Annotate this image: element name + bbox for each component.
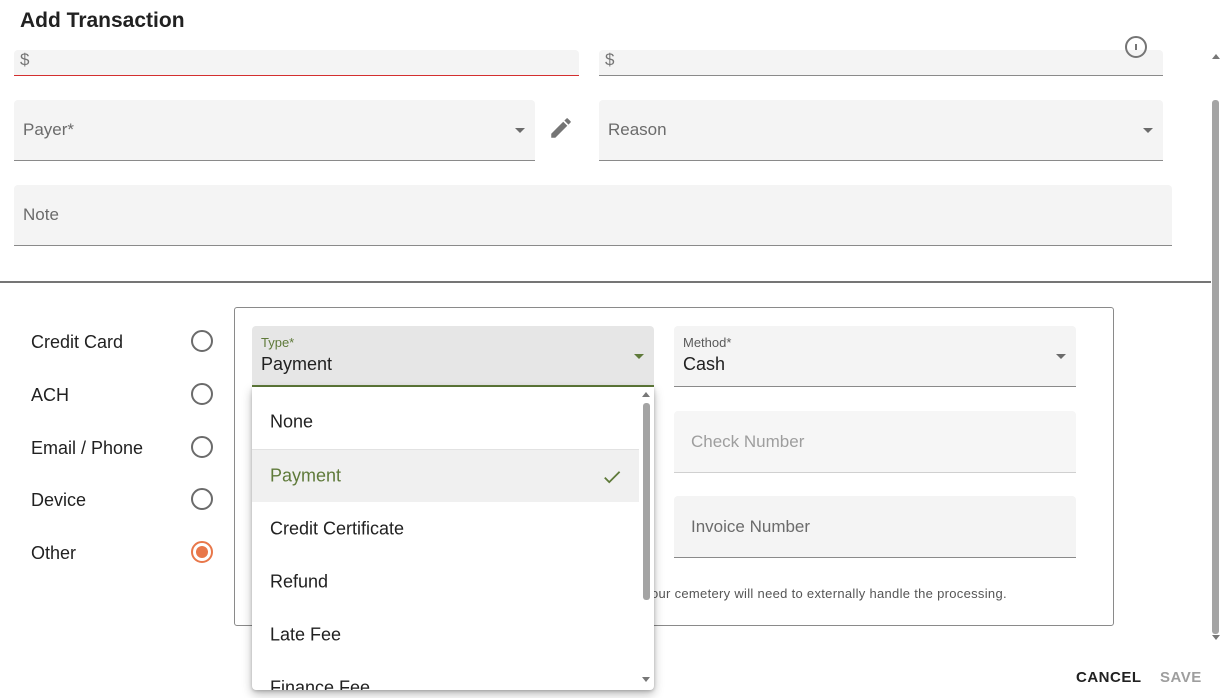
scroll-up-arrow-icon[interactable] — [642, 392, 650, 397]
method-select[interactable]: Method* Cash — [674, 326, 1076, 387]
dropdown-scrollbar[interactable] — [640, 387, 652, 690]
payment-source-other[interactable]: Other — [31, 539, 216, 569]
method-label: Method* — [683, 335, 732, 350]
payment-source-email-phone[interactable]: Email / Phone — [31, 434, 216, 464]
edit-pencil-icon[interactable] — [548, 115, 574, 141]
invoice-number-field[interactable]: Invoice Number — [674, 496, 1076, 558]
type-label: Type* — [261, 335, 295, 350]
chevron-down-icon — [1056, 354, 1066, 359]
type-option-payment[interactable]: Payment — [252, 449, 639, 502]
section-divider — [0, 281, 1211, 283]
note-label: Note — [23, 205, 59, 224]
chevron-down-icon — [515, 128, 525, 133]
scroll-down-arrow-icon[interactable] — [642, 677, 650, 682]
reason-select[interactable]: Reason — [599, 100, 1163, 161]
reason-label: Reason — [608, 120, 667, 139]
payment-source-device[interactable]: Device — [31, 486, 216, 516]
type-dropdown-menu[interactable]: None Payment Credit Certificate Refund L… — [252, 387, 654, 690]
cancel-button[interactable]: CANCEL — [1076, 669, 1142, 686]
add-transaction-dialog: Add Transaction $ $ Payer* Reason Note C… — [0, 0, 1220, 698]
radio-button-checked[interactable] — [191, 541, 213, 563]
type-select[interactable]: Type* Payment — [252, 326, 654, 387]
option-label: Late Fee — [270, 624, 342, 644]
dialog-title: Add Transaction — [20, 9, 185, 32]
dialog-scrollbar[interactable] — [1211, 50, 1220, 646]
checkmark-icon — [604, 471, 621, 484]
payment-source-label: Credit Card — [31, 332, 124, 352]
scroll-down-arrow-icon[interactable] — [1212, 635, 1220, 640]
type-option-late-fee[interactable]: Late Fee — [252, 608, 639, 661]
note-field[interactable]: Note — [14, 185, 1172, 246]
scroll-up-arrow-icon[interactable] — [1212, 54, 1220, 59]
radio-button[interactable] — [191, 383, 213, 405]
invoice-number-label: Invoice Number — [691, 516, 811, 536]
option-label: Credit Certificate — [270, 518, 405, 538]
type-option-refund[interactable]: Refund — [252, 555, 639, 608]
save-button[interactable]: SAVE — [1160, 669, 1202, 686]
payment-source-label: Other — [31, 543, 77, 563]
type-value: Payment — [261, 354, 333, 374]
scrollbar-thumb[interactable] — [1212, 100, 1219, 634]
radio-button[interactable] — [191, 330, 213, 352]
type-option-none[interactable]: None — [252, 395, 639, 448]
type-option-credit-certificate[interactable]: Credit Certificate — [252, 502, 639, 555]
payment-source-label: Device — [31, 490, 87, 510]
payment-source-label: Email / Phone — [31, 438, 144, 458]
check-number-label: Check Number — [691, 431, 805, 451]
type-option-finance-fee[interactable]: Finance Fee — [252, 661, 639, 690]
scrollbar-thumb[interactable] — [643, 403, 650, 600]
option-label: None — [270, 411, 314, 431]
radio-button[interactable] — [191, 436, 213, 458]
secondary-amount-prefix: $ — [605, 50, 615, 69]
payment-source-ach[interactable]: ACH — [31, 381, 216, 411]
option-label: Refund — [270, 571, 329, 591]
amount-field[interactable]: $ — [14, 50, 579, 76]
radio-button[interactable] — [191, 488, 213, 510]
option-label: Payment — [270, 465, 342, 486]
payer-select[interactable]: Payer* — [14, 100, 535, 161]
processing-note: our cemetery will need to externally han… — [651, 586, 1007, 601]
amount-prefix: $ — [20, 50, 30, 69]
method-value: Cash — [683, 354, 726, 374]
payment-source-credit-card[interactable]: Credit Card — [31, 328, 216, 358]
payer-label: Payer* — [23, 120, 75, 139]
chevron-down-icon — [1143, 128, 1153, 133]
chevron-down-icon — [634, 354, 644, 359]
option-label: Finance Fee — [270, 677, 371, 690]
secondary-amount-field[interactable]: $ — [599, 36, 1163, 76]
info-icon[interactable] — [1125, 36, 1147, 58]
check-number-field[interactable]: Check Number — [674, 411, 1076, 473]
payment-source-label: ACH — [31, 385, 70, 405]
